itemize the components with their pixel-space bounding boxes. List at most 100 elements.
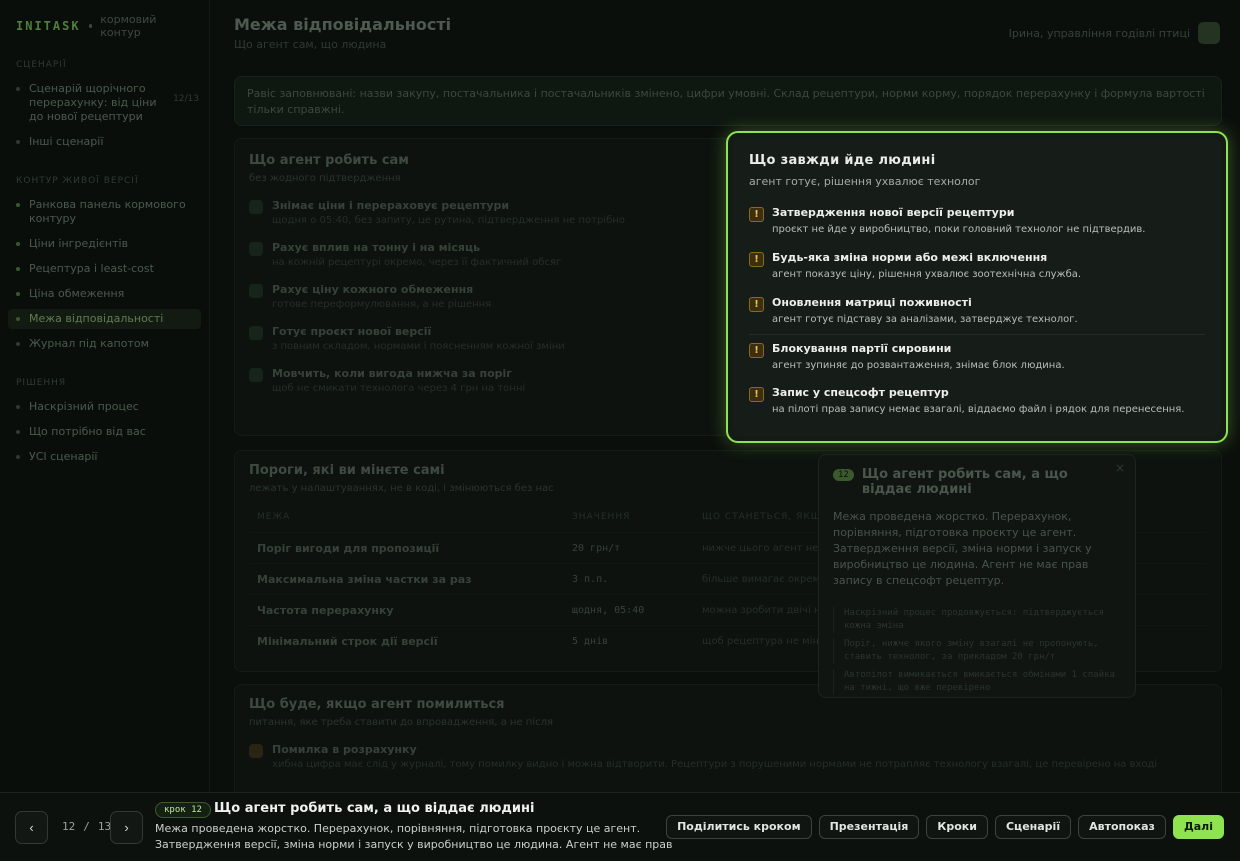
step-badge: крок 12 — [155, 802, 211, 818]
bullet-icon — [16, 342, 20, 346]
list-item: ! Будь-яка зміна норми або межі включенн… — [749, 244, 1205, 289]
sidebar-item-all-scenarios[interactable]: УСІ сценарії — [0, 447, 209, 467]
sidebar-item-constraint-price[interactable]: Ціна обмеження — [0, 284, 209, 304]
check-icon — [249, 284, 263, 298]
col-header: ЗНАЧЕННЯ — [572, 512, 631, 522]
user-info[interactable]: Ірина, управління годівлі птиці — [1009, 22, 1220, 44]
bullet-icon — [16, 317, 20, 321]
step-description: Межа проведена жорстко. Перерахунок, пор… — [155, 822, 673, 851]
bullet-icon — [16, 242, 20, 246]
item-desc: на пілоті прав запису немає взагалі, від… — [772, 404, 1185, 415]
brand-subtitle: кормовий контур — [100, 13, 157, 39]
sidebar-item-needs[interactable]: Що потрібно від вас — [0, 422, 209, 442]
steps-button[interactable]: Кроки — [926, 815, 988, 839]
card-subtitle: без жодного підтвердження — [249, 173, 401, 184]
item-desc: агент зупиняє до розвантаження, знімає б… — [772, 360, 1065, 371]
page-subtitle: Що агент сам, що людина — [234, 38, 387, 51]
presentation-button[interactable]: Презентація — [818, 815, 920, 839]
brand-logo: INITASK — [16, 19, 81, 33]
check-icon — [249, 326, 263, 340]
card-body: Що завжди йде людині агент готує, рішенн… — [733, 138, 1221, 436]
item-desc: щоб не смикати технолога через 4 грн на … — [272, 383, 526, 394]
scenarios-button[interactable]: Сценарії — [994, 815, 1072, 839]
item-desc: хибна цифра має слід у журналі, тому пом… — [272, 759, 1158, 770]
item-desc: щодня о 05:40, без запиту, це рутина, пі… — [272, 215, 625, 226]
list-item: Поріг, нижче якого зміну взагалі не проп… — [833, 638, 1121, 664]
bullet-icon — [16, 292, 20, 296]
sidebar-item-label: Рецептура і least-cost — [29, 262, 154, 275]
exclamation-icon: ! — [749, 207, 764, 222]
warning-icon — [249, 744, 263, 758]
next-step-arrow-button[interactable]: › — [110, 811, 143, 844]
list-item: ! Запис у спецсофт рецептур на пілоті пра… — [749, 379, 1205, 424]
cell: 3 п.п. — [564, 563, 694, 595]
tooltip-header: 12 Що агент робить сам, а що віддає люди… — [833, 467, 1121, 497]
list-item: Мовчить, коли вигода нижча за поріг щоб н… — [249, 367, 719, 394]
list-item: Наскрізний процес продовжується: підтвер… — [833, 607, 1121, 633]
sidebar-item-responsibility[interactable]: Межа відповідальності — [8, 309, 201, 329]
brand: INITASK кормовий контур — [0, 13, 209, 39]
human-decisions-list: ! Затвердження нової версії рецептури про… — [749, 199, 1205, 424]
bullet-icon — [16, 455, 20, 459]
item-title: Запис у спецсофт рецептур — [772, 386, 949, 399]
item-title: Оновлення матриці поживності — [772, 296, 972, 309]
check-icon — [249, 242, 263, 256]
chevron-right-icon: › — [124, 820, 129, 835]
sidebar-item-process[interactable]: Наскрізний процес — [0, 397, 209, 417]
item-title: Помилка в розрахунку — [272, 743, 417, 756]
bullet-icon — [16, 267, 20, 271]
sidebar-item-label: Що потрібно від вас — [29, 425, 146, 438]
avatar[interactable] — [1198, 22, 1220, 44]
brand-separator-dot — [88, 24, 93, 28]
autoplay-button[interactable]: Автопоказ — [1078, 815, 1166, 839]
check-icon — [249, 200, 263, 214]
item-title: Затвердження нової версії рецептури — [772, 206, 1015, 219]
list-item: ! Блокування партії сировини агент зупиня… — [749, 334, 1205, 379]
card-title: Що буде, якщо агент помилиться — [249, 697, 505, 712]
sidebar-section-decision: РІШЕННЯ — [16, 378, 67, 388]
sidebar-item-label: УСІ сценарії — [29, 450, 98, 463]
item-title: Рахує вплив на тонну і на місяць — [272, 241, 481, 254]
sidebar: INITASK кормовий контур СЦЕНАРІЇ Сценарі… — [0, 0, 210, 792]
item-desc: агент показує ціну, рішення ухвалює зоот… — [772, 269, 1082, 280]
list-item: Рахує вплив на тонну і на місяць на кожні… — [249, 241, 719, 268]
highlighted-human-decisions-card: Що завжди йде людині агент готує, рішенн… — [726, 131, 1228, 443]
item-desc: готове переформулювання, а не рішення — [272, 299, 492, 310]
close-icon[interactable]: × — [1115, 461, 1125, 475]
bullet-icon — [16, 140, 20, 144]
item-desc: агент готує підставу за аналізами, затве… — [772, 314, 1078, 325]
list-item: Автопілот вимикається вмикається обмінам… — [833, 669, 1121, 695]
tour-actions: Поділитись кроком Презентація Кроки Сцен… — [666, 815, 1224, 839]
cell: Поріг вигоди для пропозиції — [249, 532, 564, 564]
card-subtitle: питання, яке треба ставити до впроваджен… — [249, 717, 554, 728]
sidebar-item-current-scenario[interactable]: Сценарій щорічного перерахунку: від ціни… — [0, 79, 209, 127]
sidebar-item-recipes[interactable]: Рецептура і least-cost — [0, 259, 209, 279]
item-title: Будь-яка зміна норми або межі включення — [772, 251, 1048, 264]
exclamation-icon: ! — [749, 387, 764, 402]
share-step-button[interactable]: Поділитись кроком — [666, 815, 812, 839]
bullet-icon — [16, 203, 20, 207]
sidebar-item-prices[interactable]: Ціни інгредієнтів — [0, 234, 209, 254]
bullet-icon — [16, 405, 20, 409]
cell: 20 грн/т — [564, 532, 694, 564]
page-title: Межа відповідальності — [234, 15, 452, 34]
prev-step-button[interactable]: ‹ — [15, 811, 48, 844]
chevron-left-icon: ‹ — [29, 820, 34, 835]
current-step: 12 — [62, 820, 76, 833]
sidebar-item-morning-panel[interactable]: Ранкова панель кормового контуру — [0, 195, 209, 229]
cell: Максимальна зміна частки за раз — [249, 563, 564, 595]
list-item: Готує проєкт нової версії з повним складо… — [249, 325, 719, 352]
next-button[interactable]: Далі — [1172, 815, 1224, 839]
item-title: Рахує ціну кожного обмеження — [272, 283, 474, 296]
mistake-card: Що буде, якщо агент помилиться питання, … — [234, 684, 1222, 792]
cell: Частота перерахунку — [249, 594, 564, 626]
agent-actions-card: Що агент робить сам без жодного підтверд… — [234, 138, 734, 436]
item-title: Блокування партії сировини — [772, 342, 952, 355]
cell: щодня, 05:40 — [564, 594, 694, 626]
exclamation-icon: ! — [749, 252, 764, 267]
sidebar-item-journal[interactable]: Журнал під капотом — [0, 334, 209, 354]
user-name: Ірина, управління годівлі птиці — [1008, 26, 1190, 40]
item-desc: з повним складом, нормами і поясненням к… — [272, 341, 565, 352]
sidebar-item-other-scenarios[interactable]: Інші сценарії — [0, 132, 209, 152]
card-title: Що завжди йде людині — [749, 153, 936, 168]
